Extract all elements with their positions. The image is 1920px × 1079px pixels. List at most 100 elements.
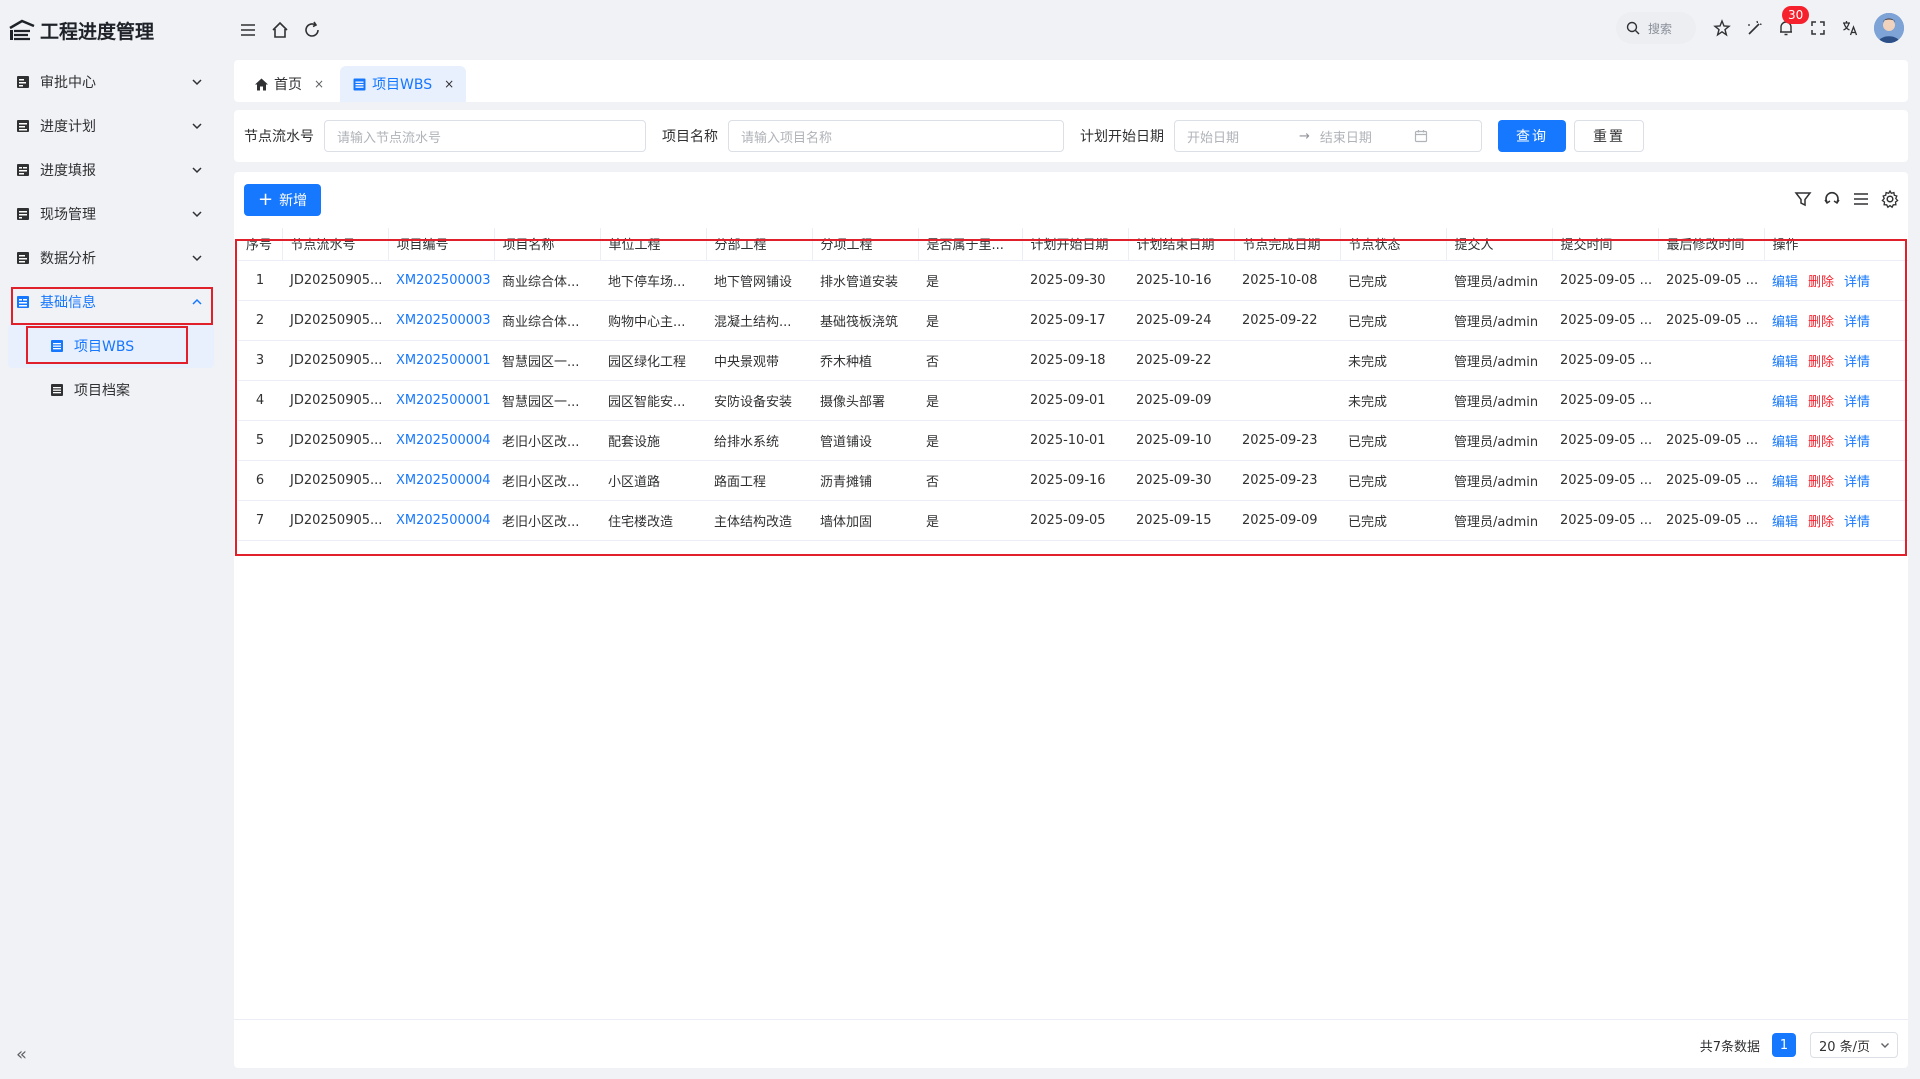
table-row: 5 JD20250905... XM202500004 老旧小区改... 配套设施 给排水… (238, 420, 1908, 461)
refresh-icon[interactable] (1822, 189, 1842, 209)
tab-project-wbs[interactable]: 项目WBS × (340, 66, 467, 102)
edit-button[interactable]: 编辑 (1772, 315, 1798, 330)
detail-button[interactable]: 详情 (1844, 515, 1870, 530)
sidebar-item-base-info[interactable]: 基础信息 (0, 280, 222, 324)
table-cell[interactable]: XM202500001 (388, 380, 494, 421)
sidebar-item-analysis[interactable]: 数据分析 (0, 236, 222, 280)
actions-cell: 编辑 删除 详情 (1764, 380, 1908, 421)
table-cell[interactable]: XM202500001 (388, 340, 494, 381)
cell-text: 管理员/admin (1454, 474, 1539, 490)
delete-button[interactable]: 删除 (1808, 435, 1834, 450)
collapse-sidebar-button[interactable]: « (16, 1044, 27, 1065)
bell-icon[interactable]: 30 (1770, 6, 1810, 44)
site-icon (15, 206, 31, 222)
project-name-input[interactable]: 请输入项目名称 (728, 120, 1064, 152)
project-code-link[interactable]: XM202500001 (396, 393, 491, 408)
star-icon[interactable] (1706, 12, 1738, 44)
delete-button[interactable]: 删除 (1808, 515, 1834, 530)
translate-icon[interactable] (1834, 12, 1866, 44)
node-serial-input[interactable]: 请输入节点流水号 (324, 120, 646, 152)
edit-button[interactable]: 编辑 (1772, 355, 1798, 370)
search-button[interactable]: 搜索 (1616, 12, 1696, 44)
sidebar-item-report[interactable]: 进度填报 (0, 148, 222, 192)
range-arrow-icon: → (1299, 128, 1310, 144)
topbar-actions: 搜索 30 (1616, 6, 1904, 44)
tab-home[interactable]: 首页 × (242, 66, 336, 102)
table-cell (1234, 380, 1340, 421)
table-cell: 智慧园区一... (494, 340, 600, 381)
refresh-icon[interactable] (302, 20, 322, 40)
project-code-link[interactable]: XM202500003 (396, 273, 491, 288)
cell-text: 排水管道安装 (820, 274, 899, 290)
table-cell (1234, 340, 1340, 381)
sidebar-item-approval[interactable]: 审批中心 (0, 60, 222, 104)
project-code-link[interactable]: XM202500003 (396, 313, 491, 328)
table-cell: 2025-09-05 ... (1552, 260, 1658, 301)
sidebar-subitem-project-wbs[interactable]: 项目WBS (8, 324, 214, 368)
fullscreen-icon[interactable] (1802, 12, 1834, 44)
cell-text: 2025-09-05 ... (1560, 312, 1653, 328)
detail-button[interactable]: 详情 (1844, 475, 1870, 490)
sidebar-item-plan[interactable]: 进度计划 (0, 104, 222, 148)
cell-text: 摄像头部署 (820, 394, 886, 410)
chevron-down-icon (190, 163, 204, 177)
page-size-select[interactable]: 20 条/页 (1810, 1032, 1898, 1058)
sidebar-subitem-label: 项目档案 (74, 383, 130, 399)
delete-button[interactable]: 删除 (1808, 355, 1834, 370)
detail-button[interactable]: 详情 (1844, 315, 1870, 330)
cell-text: 2025-09-05 ... (1560, 392, 1653, 408)
add-button[interactable]: + 新增 (244, 184, 322, 216)
project-code-link[interactable]: XM202500004 (396, 513, 491, 528)
close-icon[interactable]: × (444, 77, 454, 91)
delete-button[interactable]: 删除 (1808, 395, 1834, 410)
gear-icon[interactable] (1880, 189, 1900, 209)
table-cell[interactable]: XM202500003 (388, 260, 494, 301)
table-cell[interactable]: XM202500004 (388, 500, 494, 541)
delete-button[interactable]: 删除 (1808, 275, 1834, 290)
page-number-button[interactable]: 1 (1772, 1033, 1796, 1057)
table-cell[interactable]: XM202500004 (388, 420, 494, 461)
sidebar-subitem-project-archive[interactable]: 项目档案 (8, 368, 214, 412)
cell-text: 地下管网铺设 (714, 274, 793, 290)
menu-icon[interactable] (238, 20, 258, 40)
query-button[interactable]: 查询 (1498, 120, 1566, 152)
cell-text: 管理员/admin (1454, 514, 1539, 530)
table-cell: 商业综合体... (494, 300, 600, 341)
detail-button[interactable]: 详情 (1844, 435, 1870, 450)
edit-button[interactable]: 编辑 (1772, 395, 1798, 410)
user-avatar[interactable] (1874, 13, 1904, 43)
home-icon[interactable] (270, 20, 290, 40)
close-icon[interactable]: × (314, 77, 324, 91)
edit-button[interactable]: 编辑 (1772, 515, 1798, 530)
cell-text: 2025-09-05 ... (1560, 272, 1653, 288)
reset-button[interactable]: 重置 (1574, 120, 1644, 152)
cell-text: 2025-09-10 (1136, 432, 1212, 448)
project-code-link[interactable]: XM202500001 (396, 353, 491, 368)
chevron-down-icon (1879, 1039, 1891, 1051)
detail-button[interactable]: 详情 (1844, 355, 1870, 370)
cell-text: 否 (926, 474, 940, 490)
cell-text: 路面工程 (714, 474, 767, 490)
table-cell[interactable]: XM202500004 (388, 460, 494, 501)
cell-text: 中央景观带 (714, 354, 780, 370)
analysis-icon (15, 250, 31, 266)
detail-button[interactable]: 详情 (1844, 395, 1870, 410)
report-icon (15, 162, 31, 178)
detail-button[interactable]: 详情 (1844, 275, 1870, 290)
edit-button[interactable]: 编辑 (1772, 275, 1798, 290)
table-cell: 管理员/admin (1446, 380, 1552, 421)
plan-start-date-range[interactable]: 开始日期 → 结束日期 (1174, 120, 1482, 152)
delete-button[interactable]: 删除 (1808, 315, 1834, 330)
cell-text: JD20250905... (290, 472, 383, 488)
edit-button[interactable]: 编辑 (1772, 475, 1798, 490)
sidebar-item-site[interactable]: 现场管理 (0, 192, 222, 236)
filter-icon[interactable] (1793, 189, 1813, 209)
table-cell: 2025-09-05 (1022, 500, 1128, 541)
delete-button[interactable]: 删除 (1808, 475, 1834, 490)
project-code-link[interactable]: XM202500004 (396, 473, 491, 488)
edit-button[interactable]: 编辑 (1772, 435, 1798, 450)
table-cell[interactable]: XM202500003 (388, 300, 494, 341)
project-code-link[interactable]: XM202500004 (396, 433, 491, 448)
column-list-icon[interactable] (1851, 189, 1871, 209)
theme-icon[interactable] (1738, 12, 1770, 44)
